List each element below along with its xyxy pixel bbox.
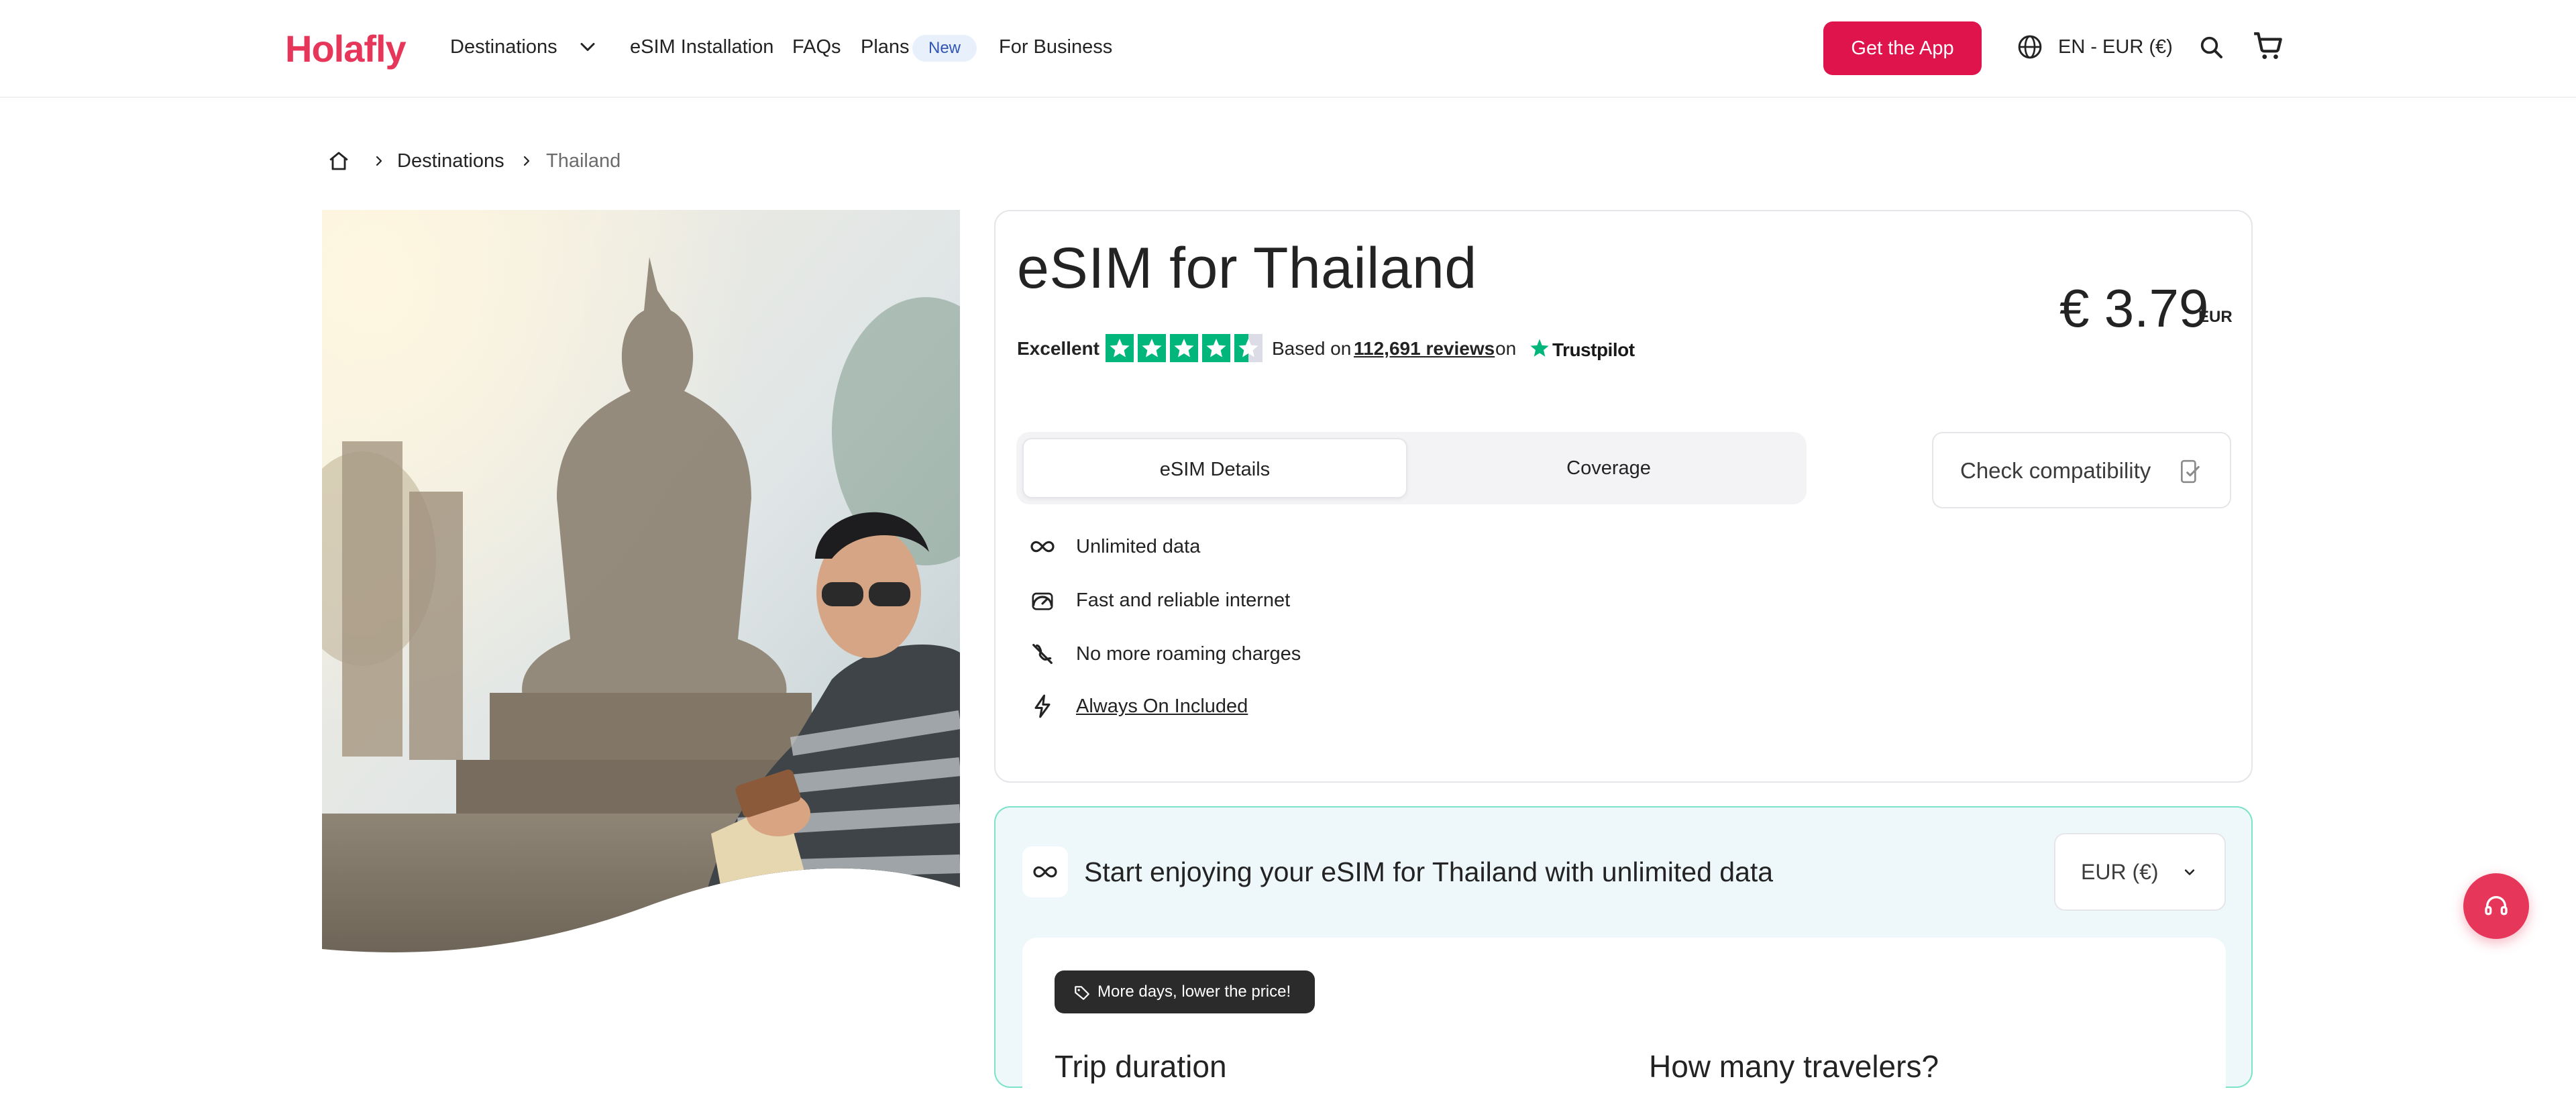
cart-icon[interactable] (2251, 30, 2285, 63)
new-badge: New (912, 35, 977, 62)
thailand-traveler-photo (322, 210, 960, 952)
promo-text: More days, lower the price! (1097, 983, 1291, 1001)
feature-fast-internet: Fast and reliable internet (1076, 590, 1291, 611)
nav-plans[interactable]: Plans (861, 32, 910, 62)
promo-tag: More days, lower the price! (1055, 970, 1315, 1013)
breadcrumb-current: Thailand (546, 150, 621, 172)
check-compatibility-label: Check compatibility (1960, 458, 2151, 483)
reviews-link[interactable]: 112,691 reviews (1354, 335, 1495, 362)
home-icon[interactable] (327, 149, 351, 173)
rating-label: Excellent (1017, 338, 1099, 359)
destination-hero-image (322, 210, 960, 956)
product-title: eSIM for Thailand (1017, 236, 1477, 300)
tag-icon (1075, 986, 1089, 1000)
support-chat-button[interactable] (2463, 873, 2529, 939)
headset-icon (2485, 896, 2508, 915)
currency-value: EUR (€) (2081, 860, 2159, 884)
infinity-icon (1033, 866, 1057, 878)
infinity-icon (1030, 541, 1055, 553)
details-tabs: eSIM Details Coverage (1016, 432, 1807, 504)
plan-title: Start enjoying your eSIM for Thailand wi… (1084, 856, 1774, 887)
nav-for-business[interactable]: For Business (999, 32, 1112, 62)
speedometer-icon (1032, 592, 1053, 610)
chevron-right-icon (376, 156, 382, 166)
product-price: € 3.79 (2059, 278, 2209, 338)
price-currency: EUR (2198, 308, 2233, 326)
no-roaming-icon (1032, 644, 1053, 664)
globe-icon[interactable] (2017, 34, 2043, 60)
nav-destinations[interactable]: Destinations (450, 32, 557, 62)
trustpilot-star-icon (1530, 339, 1549, 357)
phone-check-icon (2181, 459, 2200, 484)
based-on-text: Based on (1272, 338, 1352, 359)
nav-esim-installation[interactable]: eSIM Installation (630, 32, 773, 62)
bolt-icon (1034, 694, 1051, 718)
trip-duration-heading: Trip duration (1055, 1049, 1227, 1084)
feature-no-roaming: No more roaming charges (1076, 643, 1301, 665)
site-header: Holafly Destinations eSIM Installation F… (0, 0, 2576, 98)
get-the-app-button[interactable]: Get the App (1823, 21, 1982, 75)
travelers-heading: How many travelers? (1649, 1049, 1939, 1084)
trustpilot-stars (1106, 334, 1263, 362)
chevron-right-icon (523, 156, 530, 166)
chevron-down-icon[interactable] (576, 35, 600, 59)
feature-unlimited-data: Unlimited data (1076, 536, 1201, 557)
currency-dropdown[interactable]: EUR (€) (2054, 833, 2226, 911)
always-on-included-link[interactable]: Always On Included (1076, 693, 1248, 720)
breadcrumb-destinations[interactable]: Destinations (397, 148, 504, 174)
check-compatibility-button[interactable]: Check compatibility (1932, 432, 2231, 508)
holafly-logo[interactable]: Holafly (285, 25, 419, 72)
search-icon[interactable] (2198, 34, 2224, 60)
tab-esim-details[interactable]: eSIM Details (1022, 438, 1407, 498)
trustpilot-logo[interactable]: Trustpilot (1552, 338, 1635, 362)
chevron-down-icon (2184, 869, 2195, 875)
on-text: on (1495, 338, 1517, 359)
language-currency-selector[interactable]: EN - EUR (€) (2058, 32, 2173, 62)
nav-faqs[interactable]: FAQs (792, 32, 841, 62)
tab-coverage[interactable]: Coverage (1416, 438, 1801, 498)
unlimited-badge (1022, 846, 1068, 897)
